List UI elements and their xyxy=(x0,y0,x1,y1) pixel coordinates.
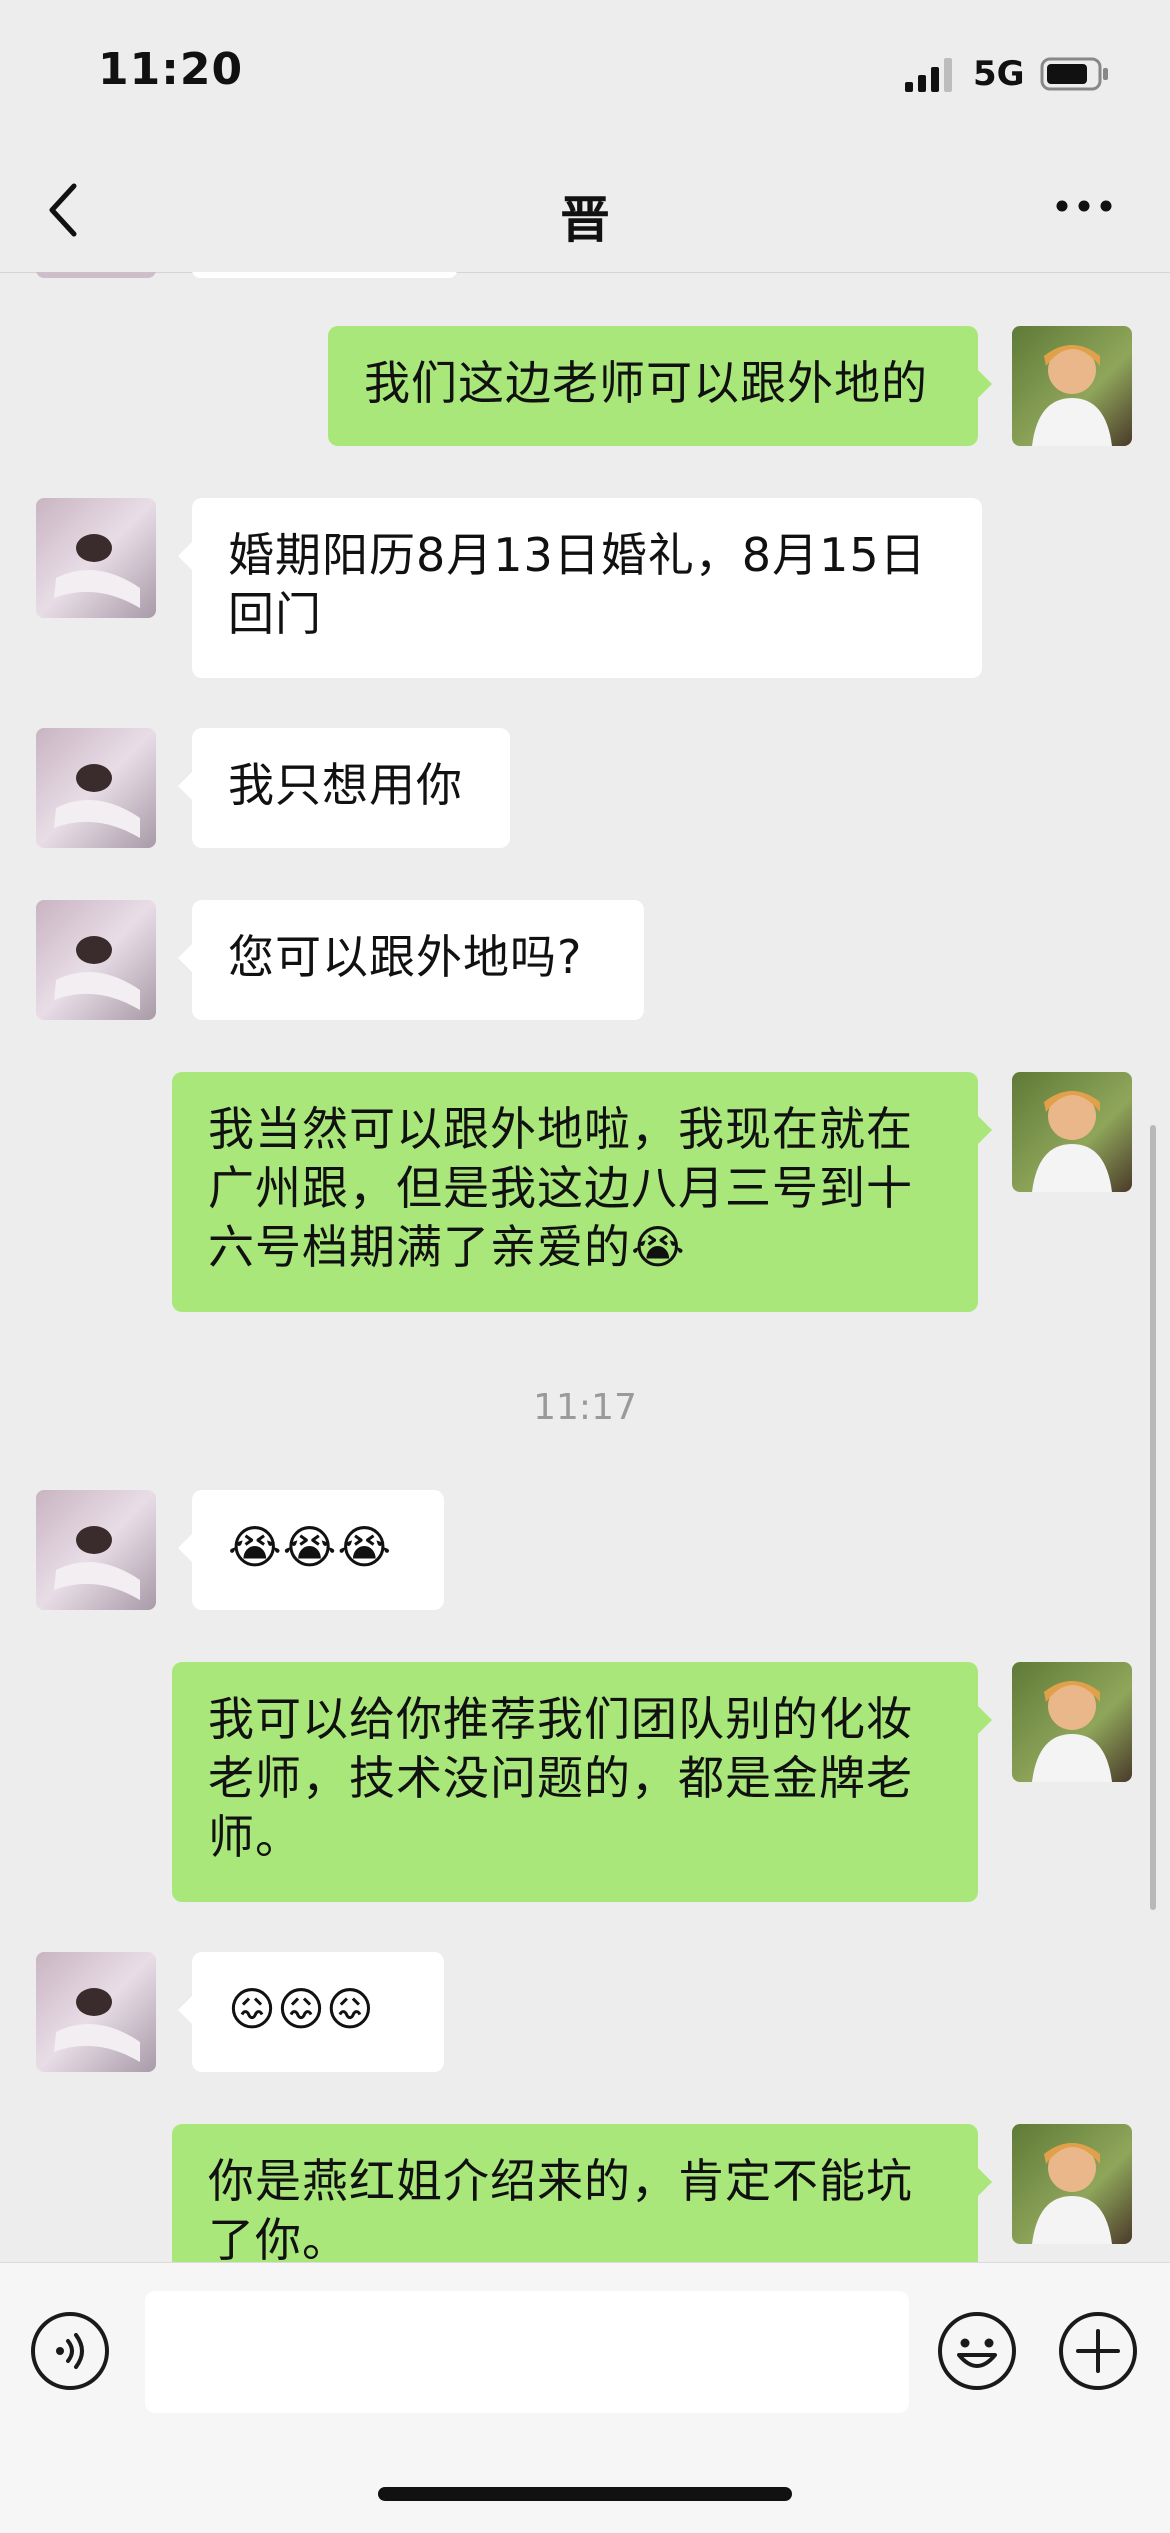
chat-title: 晋 xyxy=(560,191,610,249)
status-time: 11:20 xyxy=(98,44,244,95)
emoji-icon[interactable] xyxy=(937,2311,1017,2391)
my-avatar[interactable] xyxy=(1012,2124,1132,2244)
message-bubble-outgoing[interactable]: 我们这边老师可以跟外地的 xyxy=(328,326,992,446)
status-bar: 11:20 5G xyxy=(0,0,1170,150)
contact-avatar[interactable] xyxy=(36,1952,156,2072)
timestamp: 11:17 xyxy=(533,1387,637,1428)
home-indicator[interactable] xyxy=(378,2487,792,2501)
nav-bar: 晋 xyxy=(0,150,1170,273)
network-label: 5G xyxy=(973,54,1025,94)
message-bubble-outgoing[interactable]: 我当然可以跟外地啦，我现在就在 广州跟，但是我这边八月三号到十 六号档期满了亲爱… xyxy=(172,1072,992,1312)
my-avatar[interactable] xyxy=(1012,326,1132,446)
message-input[interactable] xyxy=(145,2291,909,2413)
contact-avatar[interactable] xyxy=(36,498,156,618)
message-bubble-outgoing[interactable]: 我可以给你推荐我们团队别的化妆 老师，技术没问题的，都是金牌老 师。 xyxy=(172,1662,992,1902)
my-avatar[interactable] xyxy=(1012,1662,1132,1782)
message-bubble-incoming[interactable]: 😖😖😖 xyxy=(178,1952,444,2072)
contact-avatar[interactable] xyxy=(36,728,156,848)
message-bubble-incoming[interactable]: 我只想用你 xyxy=(178,728,510,848)
contact-avatar-partial xyxy=(36,272,156,278)
plus-icon[interactable] xyxy=(1058,2311,1138,2391)
message-list[interactable]: 我们这边老师可以跟外地的 婚期阳历8月13日婚礼，8月15日 回门 我只想用你 xyxy=(0,272,1170,2262)
contact-avatar[interactable] xyxy=(36,900,156,1020)
scrollbar[interactable] xyxy=(1150,1125,1156,1910)
more-dots-icon[interactable] xyxy=(1054,192,1114,220)
message-bubble-incoming[interactable]: 您可以跟外地吗? xyxy=(178,900,644,1020)
voice-icon[interactable] xyxy=(30,2311,110,2391)
message-bubble-incoming[interactable]: 😭😭😭 xyxy=(178,1490,444,1610)
signal-icon xyxy=(905,58,952,92)
my-avatar[interactable] xyxy=(1012,1072,1132,1192)
message-bubble-outgoing[interactable]: 你是燕红姐介绍来的，肯定不能坑 了你。 xyxy=(172,2124,992,2262)
message-bubble-partial xyxy=(192,272,457,278)
message-bubble-incoming[interactable]: 婚期阳历8月13日婚礼，8月15日 回门 xyxy=(178,498,982,678)
battery-icon xyxy=(1040,57,1108,91)
contact-avatar[interactable] xyxy=(36,1490,156,1610)
